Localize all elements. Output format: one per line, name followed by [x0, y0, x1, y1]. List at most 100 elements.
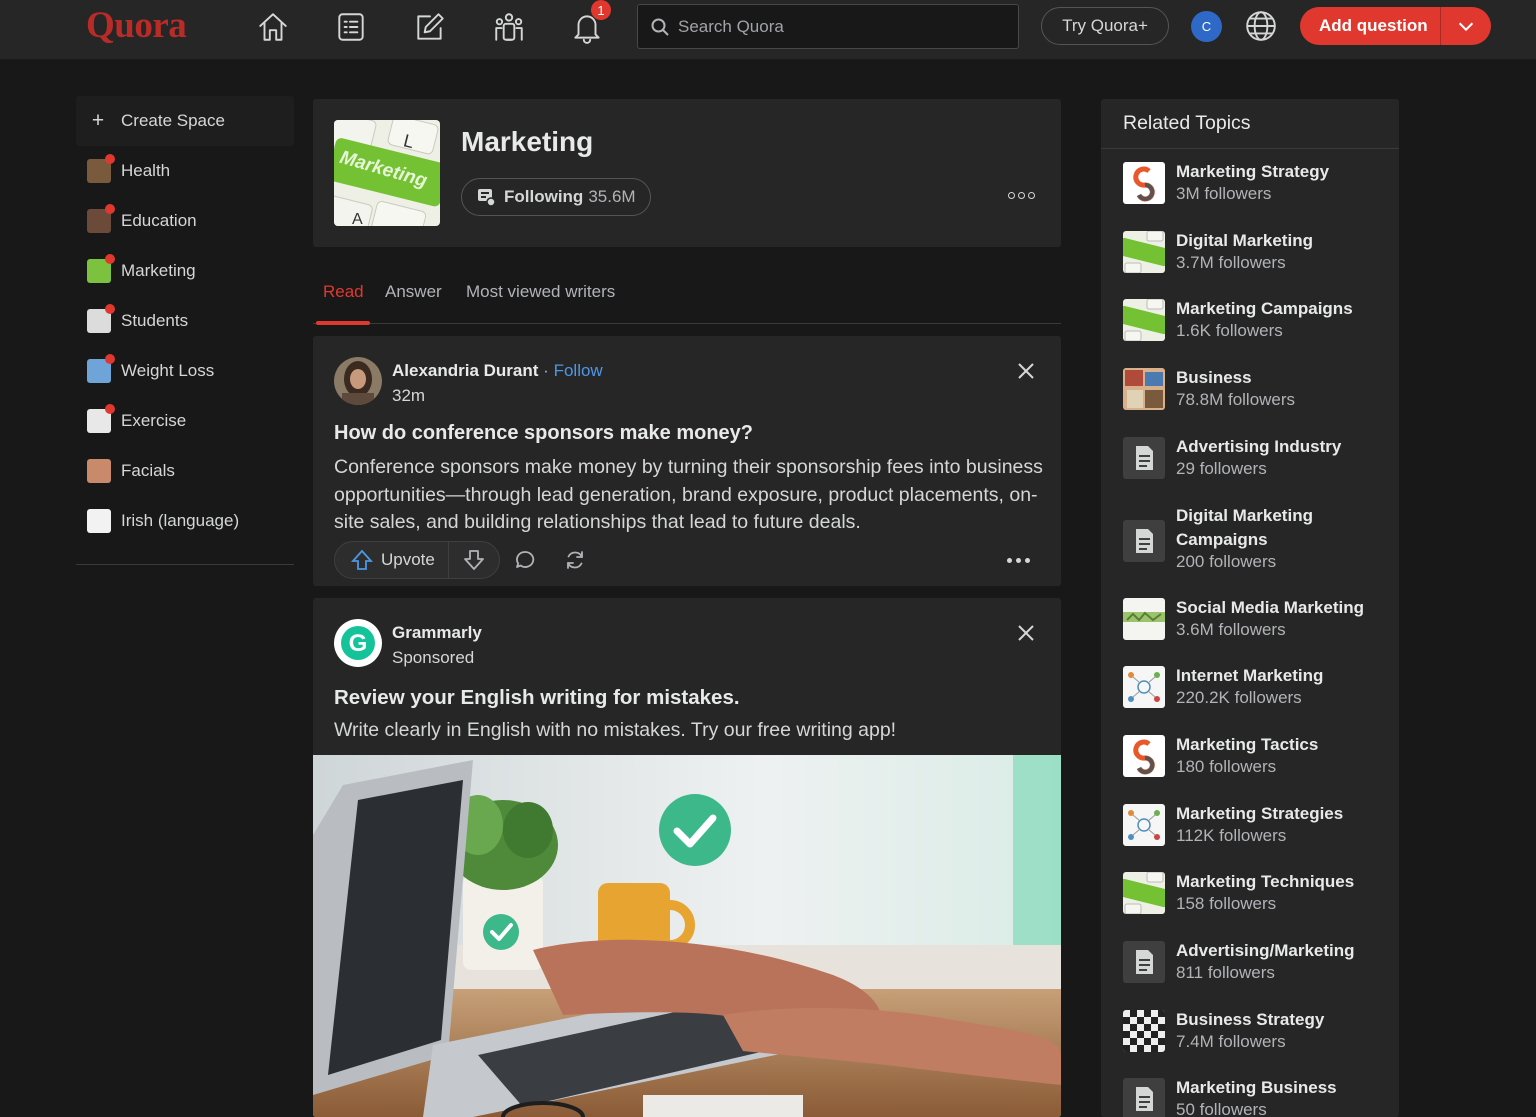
search-input[interactable] — [678, 16, 998, 37]
related-topic-name[interactable]: Digital Marketing Campaigns — [1176, 504, 1391, 552]
tab-most-viewed-writers[interactable]: Most viewed writers — [466, 282, 615, 302]
more-options-icon[interactable] — [1008, 185, 1038, 205]
user-avatar[interactable]: C — [1191, 11, 1222, 42]
related-topic-item[interactable]: Digital Marketing Campaigns 200 followers — [1123, 506, 1393, 576]
unread-dot — [105, 154, 115, 164]
related-topic-followers: 200 followers — [1176, 551, 1277, 571]
related-topic-followers: 1.6K followers — [1176, 321, 1283, 341]
quora-logo[interactable]: Quora — [86, 4, 187, 47]
related-topic-item[interactable]: Social Media Marketing 3.6M followers — [1123, 596, 1393, 644]
sidebar-item-irish-language[interactable]: Irish (language) — [76, 496, 294, 546]
add-question-label[interactable]: Add question — [1300, 16, 1440, 36]
topic-thumbnail — [1123, 597, 1165, 640]
related-topic-name[interactable]: Marketing Strategy — [1176, 160, 1391, 184]
follow-link[interactable]: Follow — [554, 361, 603, 380]
following-button[interactable]: Following 35.6M — [461, 178, 651, 216]
related-topic-item[interactable]: Marketing Strategy 3M followers — [1123, 162, 1393, 208]
sidebar-item-facials[interactable]: Facials — [76, 446, 294, 496]
sidebar-divider — [76, 564, 294, 565]
related-topic-name[interactable]: Internet Marketing — [1176, 664, 1391, 688]
answer-icon[interactable] — [407, 7, 453, 47]
related-topic-name[interactable]: Social Media Marketing — [1176, 596, 1391, 620]
sidebar-item-label: Education — [121, 211, 197, 230]
sidebar-item-marketing[interactable]: Marketing — [76, 246, 294, 296]
space-thumbnail — [87, 304, 115, 333]
separator-dot: · — [543, 361, 549, 380]
related-topic-item[interactable]: Digital Marketing 3.7M followers — [1123, 229, 1393, 277]
unread-dot — [105, 254, 115, 264]
related-topic-name[interactable]: Digital Marketing — [1176, 229, 1391, 253]
more-options-icon[interactable] — [1007, 550, 1031, 570]
sponsored-label: Sponsored — [392, 648, 475, 667]
sidebar-item-label: Health — [121, 161, 171, 180]
downvote-button[interactable] — [449, 542, 499, 578]
related-topic-name[interactable]: Marketing Business — [1176, 1076, 1391, 1100]
related-topic-item[interactable]: Advertising Industry 29 followers — [1123, 435, 1393, 483]
add-question-button[interactable]: Add question — [1300, 7, 1491, 45]
space-thumbnail — [87, 509, 111, 533]
related-topic-item[interactable]: Business 78.8M followers — [1123, 368, 1393, 414]
author-avatar[interactable] — [334, 357, 382, 405]
related-topic-item[interactable]: Marketing Strategies 112K followers — [1123, 802, 1393, 850]
spaces-icon[interactable] — [486, 7, 532, 47]
related-topic-name[interactable]: Business Strategy — [1176, 1008, 1391, 1032]
space-thumbnail — [87, 254, 115, 283]
sidebar-item-education[interactable]: Education — [76, 196, 294, 246]
unread-dot — [105, 404, 115, 414]
related-topic-name[interactable]: Advertising Industry — [1176, 435, 1391, 459]
grammarly-logo[interactable]: G — [334, 619, 382, 667]
related-topic-item[interactable]: Marketing Tactics 180 followers — [1123, 733, 1393, 781]
related-topic-followers: 78.8M followers — [1176, 390, 1296, 410]
related-topic-name[interactable]: Marketing Campaigns — [1176, 297, 1391, 321]
upvote-label: Upvote — [381, 550, 435, 569]
sidebar-item-label: Marketing — [121, 261, 196, 280]
related-topic-item[interactable]: Marketing Business 50 followers — [1123, 1078, 1393, 1117]
topic-thumbnail — [1123, 734, 1165, 777]
ad-title[interactable]: Review your English writing for mistakes… — [334, 686, 740, 710]
sidebar-item-students[interactable]: Students — [76, 296, 294, 346]
close-icon[interactable] — [1015, 622, 1037, 644]
sidebar-item-health[interactable]: Health — [76, 146, 294, 196]
related-topic-name[interactable]: Marketing Tactics — [1176, 733, 1391, 757]
ad-body-text[interactable]: Write clearly in English with no mistake… — [334, 719, 896, 742]
related-topic-followers: 3M followers — [1176, 184, 1272, 203]
related-topic-item[interactable]: Marketing Techniques 158 followers — [1123, 872, 1393, 918]
related-topic-item[interactable]: Internet Marketing 220.2K followers — [1123, 666, 1393, 712]
topic-tabs: Read Answer Most viewed writers — [313, 272, 1061, 325]
question-title[interactable]: How do conference sponsors make money? — [334, 422, 753, 445]
following-feed-icon[interactable] — [328, 7, 374, 47]
following-icon — [478, 189, 496, 207]
sidebar-item-weight-loss[interactable]: Weight Loss — [76, 346, 294, 396]
upvote-button[interactable]: Upvote — [335, 542, 448, 578]
chevron-down-icon[interactable] — [1441, 15, 1491, 37]
post-timestamp: 32m — [392, 386, 426, 405]
related-topic-item[interactable]: Business Strategy 7.4M followers — [1123, 1008, 1393, 1056]
advertiser-name[interactable]: Grammarly — [392, 623, 482, 643]
try-quora-plus-button[interactable]: Try Quora+ — [1041, 7, 1169, 45]
tab-answer[interactable]: Answer — [385, 282, 442, 302]
related-topic-name[interactable]: Marketing Techniques — [1176, 870, 1391, 894]
share-reload-icon[interactable] — [550, 541, 600, 579]
notifications-icon[interactable]: 1 — [564, 0, 611, 47]
comment-icon[interactable] — [500, 541, 550, 579]
space-thumbnail — [87, 459, 111, 483]
close-icon[interactable] — [1015, 360, 1037, 382]
ad-image[interactable] — [313, 755, 1061, 1117]
active-tab-indicator — [316, 321, 370, 325]
related-topic-followers: 3.7M followers — [1176, 252, 1286, 272]
sidebar-item-label: Exercise — [121, 411, 187, 430]
related-topic-name[interactable]: Marketing Strategies — [1176, 802, 1391, 826]
author-name[interactable]: Alexandria Durant — [392, 361, 538, 380]
tab-read[interactable]: Read — [323, 282, 364, 302]
related-topic-name[interactable]: Business — [1176, 366, 1391, 390]
related-topic-item[interactable]: Marketing Campaigns 1.6K followers — [1123, 299, 1393, 345]
create-space-button[interactable]: + Create Space — [76, 96, 294, 146]
author-line: Alexandria Durant · Follow — [392, 361, 603, 381]
answer-text[interactable]: Conference sponsors make money by turnin… — [334, 454, 1044, 537]
home-icon[interactable] — [250, 7, 296, 47]
language-globe-icon[interactable] — [1244, 9, 1278, 43]
search-box[interactable] — [637, 4, 1019, 49]
related-topic-name[interactable]: Advertising/Marketing — [1176, 939, 1391, 963]
related-topic-item[interactable]: Advertising/Marketing 811 followers — [1123, 941, 1393, 987]
sidebar-item-exercise[interactable]: Exercise — [76, 396, 294, 446]
